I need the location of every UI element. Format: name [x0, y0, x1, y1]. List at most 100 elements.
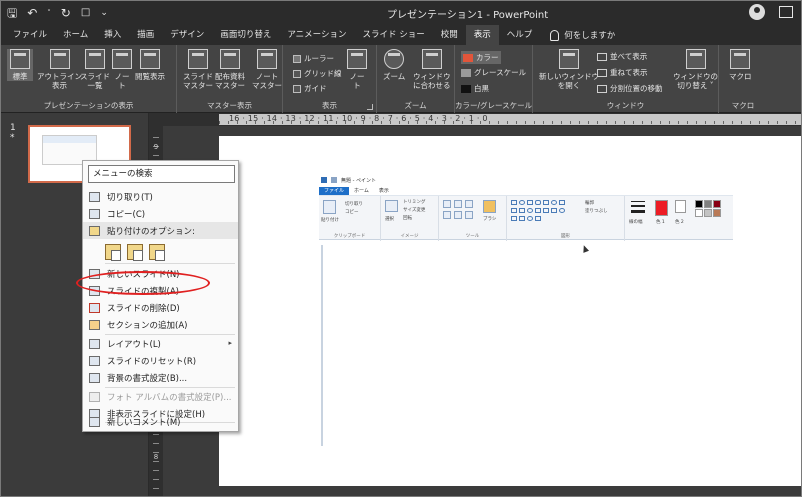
grayscale-button[interactable]: グレースケール [461, 67, 526, 78]
group-label: プレゼンテーションの表示 [43, 101, 134, 110]
tab-view[interactable]: 表示 [465, 25, 499, 45]
paint-select-icon [385, 200, 398, 212]
macros-button[interactable]: マクロ [729, 49, 752, 81]
menu-item-delete-slide[interactable]: スライドの削除(D) [83, 299, 238, 316]
outline-view-button[interactable]: アウトライン 表示 [37, 49, 82, 90]
user-avatar-icon[interactable] [749, 4, 765, 20]
ruler-numbers: 16 · 15 · 14 · 13 · 12 · 11 · 10 · 9 · 8… [229, 114, 488, 123]
handout-master-button[interactable]: 配布資料 マスター [215, 49, 245, 90]
palette-swatch [695, 209, 703, 217]
shape-icon [511, 200, 517, 205]
paint-tab-file: ファイル [319, 187, 350, 195]
paste-keep-source-formatting-icon[interactable] [127, 244, 143, 261]
undo-icon[interactable]: ↶ [27, 5, 37, 21]
menu-item-paste-options: 貼り付けのオプション: [83, 222, 238, 239]
normal-view-icon [10, 49, 30, 69]
tab-transitions[interactable]: 画面切り替え [212, 25, 279, 45]
slide-sorter-button[interactable]: スライド 一覧 [80, 49, 110, 90]
notes-page-icon [112, 49, 132, 69]
menu-item-layout[interactable]: レイアウト(L) ▸ [83, 335, 238, 352]
paint-drawing-canvas [321, 245, 733, 446]
cascade-button[interactable]: 重ねて表示 [597, 67, 648, 78]
tab-home[interactable]: ホーム [55, 25, 96, 45]
color-button[interactable]: カラー [461, 51, 501, 64]
shape-icon [535, 200, 541, 205]
notes-master-button[interactable]: ノート マスター [252, 49, 282, 90]
notes-page-button[interactable]: ノー ト [112, 49, 132, 90]
paint-color1-swatch [655, 200, 668, 216]
black-and-white-button[interactable]: 白黒 [461, 83, 489, 94]
notes-button[interactable]: ノー ト [347, 49, 367, 90]
switch-windows-button[interactable]: ウィンドウの 切り替え ˅ [673, 49, 718, 90]
normal-view-button[interactable]: 標準 [7, 49, 33, 81]
paint-magnifier-icon [465, 211, 473, 219]
notes-icon [347, 49, 367, 69]
group-zoom: ズーム ウィンドウ に合わせる ズーム [377, 45, 455, 113]
menu-search-box[interactable]: メニューの検索 [88, 165, 235, 183]
paint-title: 無題 - ペイント [341, 177, 376, 184]
magnifier-icon [384, 49, 405, 69]
slide-canvas[interactable]: 無題 - ペイント ファイル ホーム 表示 貼り付け 切り取り コピー クリップ… [219, 136, 801, 486]
fit-to-window-button[interactable]: ウィンドウ に合わせる [413, 49, 451, 90]
black-white-swatch-icon [461, 84, 471, 93]
reading-view-icon [140, 49, 160, 69]
tab-animations[interactable]: アニメーション [279, 25, 354, 45]
tab-file[interactable]: ファイル [5, 25, 55, 45]
paint-ribbon: 貼り付け 切り取り コピー クリップボード 選択 トリミング サイズ変更 回転 … [319, 195, 733, 241]
menu-item-copy[interactable]: コピー(C) [83, 205, 238, 222]
color-swatch-icon [463, 53, 473, 62]
window-title: プレゼンテーション1 - PowerPoint [387, 10, 549, 21]
macro-icon [730, 49, 751, 69]
move-split-button[interactable]: 分割位置の移動 [597, 83, 663, 94]
paint-color2-swatch [675, 200, 686, 213]
group-window: 新しいウィンドウ を開く 並べて表示 重ねて表示 分割位置の移動 ウィンドウの … [533, 45, 719, 113]
add-section-icon [83, 316, 105, 333]
menu-item-new-comment[interactable]: 新しいコメント(M) [83, 413, 238, 430]
guides-checkbox[interactable]: ガイド [293, 83, 327, 94]
gridlines-checkbox[interactable]: グリッド線 [293, 68, 342, 79]
menu-item-cut[interactable]: 切り取り(T) [83, 188, 238, 205]
menu-item-reset-slide[interactable]: スライドのリセット(R) [83, 352, 238, 369]
customize-qat-icon[interactable]: ⌄ [100, 5, 108, 21]
ruler-checkbox[interactable]: ルーラー [293, 53, 334, 64]
dropdown-icon[interactable]: ˅ [47, 5, 51, 21]
shape-icon [519, 216, 525, 221]
new-comment-icon [83, 413, 105, 430]
arrange-all-button[interactable]: 並べて表示 [597, 51, 647, 62]
start-from-beginning-icon[interactable]: □ [81, 5, 90, 21]
redo-icon[interactable]: ↻ [61, 5, 71, 21]
new-window-button[interactable]: 新しいウィンドウ を開く [539, 49, 599, 90]
tab-design[interactable]: デザイン [162, 25, 212, 45]
slide-master-button[interactable]: スライド マスター [183, 49, 213, 90]
zoom-button[interactable]: ズーム [383, 49, 405, 81]
reading-view-button[interactable]: 閲覧表示 [135, 49, 165, 81]
menu-item-format-background[interactable]: 背景の書式設定(B)... [83, 369, 238, 386]
paste-options-row [105, 244, 165, 261]
tab-draw[interactable]: 描画 [129, 25, 162, 45]
dialog-launcher-icon[interactable] [367, 104, 373, 110]
tab-help[interactable]: ヘルプ [499, 25, 541, 45]
new-window-icon [559, 49, 579, 69]
format-background-icon [83, 369, 105, 386]
tab-insert[interactable]: 挿入 [96, 25, 129, 45]
shape-icon [543, 208, 549, 213]
slide-sorter-icon [85, 49, 105, 69]
tell-me-box[interactable]: 何をしますか [550, 29, 615, 41]
tell-me-label: 何をしますか [564, 31, 616, 41]
group-master-views: スライド マスター 配布資料 マスター ノート マスター マスター表示 [177, 45, 283, 113]
paste-picture-icon[interactable] [149, 244, 165, 261]
ribbon-display-options-icon[interactable] [779, 6, 793, 18]
powerpoint-window: 🖫 ↶ ˅ ↻ □ ⌄ プレゼンテーション1 - PowerPoint ファイル… [0, 0, 802, 497]
tab-slideshow[interactable]: スライド ショー [355, 25, 433, 45]
checkbox-box [293, 84, 301, 93]
group-label: カラー/グレースケール [455, 101, 533, 110]
paint-group-tools: ブラシ ツール [439, 196, 507, 241]
paint-pencil-icon [443, 200, 451, 208]
slide-master-icon [188, 49, 208, 69]
save-icon[interactable]: 🖫 [7, 5, 17, 21]
lightbulb-icon [550, 29, 560, 41]
tab-review[interactable]: 校閲 [433, 25, 466, 45]
group-label: マスター表示 [207, 101, 252, 110]
paste-use-destination-theme-icon[interactable] [105, 244, 121, 261]
menu-item-add-section[interactable]: セクションの追加(A) [83, 316, 238, 333]
